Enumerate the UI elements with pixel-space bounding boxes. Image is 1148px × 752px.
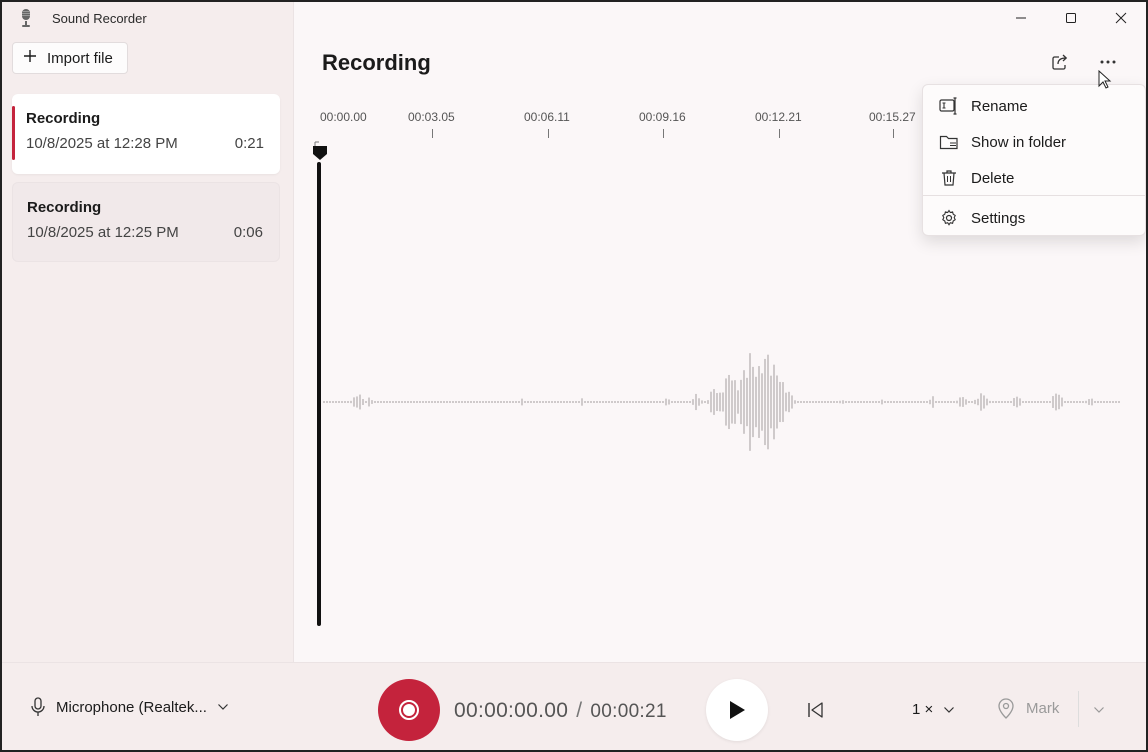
time-separator: / [576,699,583,722]
timeline-tick [779,129,780,138]
sidebar: Sound Recorder Import file Recording 10/… [2,2,294,662]
gear-icon [942,209,956,226]
import-file-button[interactable]: Import file [12,42,128,74]
play-button[interactable] [706,679,768,741]
close-icon [1115,12,1127,24]
app-title-bar: Sound Recorder [16,8,147,28]
minimize-button[interactable] [996,2,1046,34]
play-icon [730,701,745,719]
menu-item-delete[interactable]: Delete [923,161,1145,195]
maximize-icon [1066,13,1076,23]
share-icon [1052,54,1068,70]
timeline-tick [893,129,894,138]
playhead-line[interactable] [317,162,321,626]
recording-duration: 0:21 [234,135,264,152]
recording-title: Recording [322,50,431,75]
chevron-down-icon [217,704,228,710]
microphone-label: Microphone (Realtek... [56,698,207,716]
recording-item[interactable]: Recording 10/8/2025 at 12:25 PM 0:06 [12,182,280,262]
chevron-down-icon [944,706,955,713]
record-button[interactable] [378,679,440,741]
recording-item[interactable]: Recording 10/8/2025 at 12:28 PM 0:21 [12,94,280,174]
playback-speed-label: 1 × [912,701,934,718]
mark-divider [1078,691,1079,727]
current-time: 00:00:00.00 [454,699,569,722]
sound-recorder-window: Sound Recorder Import file Recording 10/… [0,0,1148,752]
import-file-label: Import file [47,49,113,67]
recording-name: Recording [26,110,101,127]
recording-date: 10/8/2025 at 12:28 PM [26,135,178,152]
rename-icon [939,97,957,115]
selected-indicator [12,106,15,160]
timeline-tick [663,129,664,138]
plus-icon [23,49,37,67]
menu-item-label: Rename [971,97,1028,115]
record-icon [399,700,419,720]
timeline-tick [432,129,433,138]
menu-item-show-in-folder[interactable]: Show in folder [923,125,1145,159]
mark-label: Mark [1026,699,1060,717]
more-dots-icon [1100,60,1116,64]
window-controls [996,2,1146,34]
more-options-menu: Rename Show in folder Delete Settings [922,84,1146,236]
microphone-selector[interactable]: Microphone (Realtek... [30,697,229,717]
app-title: Sound Recorder [52,10,147,26]
menu-item-label: Delete [971,169,1015,187]
timeline-tick-label: 00:12.21 [755,110,802,124]
menu-separator [923,195,1145,196]
folder-icon [939,135,958,150]
skip-back-icon [808,702,823,718]
trash-icon [942,170,956,186]
playback-speed-selector[interactable]: 1 × [912,701,955,718]
minimize-icon [1016,17,1026,19]
timeline-tick-label: 00:00.00 [320,110,367,124]
share-button[interactable] [1046,48,1074,76]
menu-item-label: Settings [971,209,1026,227]
recording-name: Recording [27,199,102,216]
recording-date: 10/8/2025 at 12:25 PM [27,224,179,241]
recordings-list: Recording 10/8/2025 at 12:28 PM 0:21 Rec… [12,94,280,270]
timeline-tick [548,129,549,138]
playback-bar: Microphone (Realtek... 00:00:00.00/00:00… [2,662,1146,750]
timeline-tick-label: 00:15.27 [869,110,916,124]
total-time: 00:00:21 [590,701,667,722]
menu-item-settings[interactable]: Settings [923,201,1145,235]
chevron-down-icon [1094,707,1104,713]
timeline-tick-label: 00:09.16 [639,110,686,124]
mark-button[interactable]: Mark [996,697,1059,719]
recording-duration: 0:06 [233,224,263,241]
time-display: 00:00:00.00 / 00:00:21 [454,699,667,723]
skip-to-start-button[interactable] [802,697,830,723]
microphone-icon [31,697,45,716]
location-pin-icon [998,698,1014,719]
close-button[interactable] [1096,2,1146,34]
waveform [323,353,1120,451]
mouse-cursor-icon [1098,69,1112,95]
microphone-app-icon [16,8,36,28]
maximize-button[interactable] [1046,2,1096,34]
menu-item-label: Show in folder [971,133,1067,151]
mark-options-button[interactable] [1090,701,1108,719]
timeline-tick-label: 00:03.05 [408,110,455,124]
timeline-tick-label: 00:06.11 [524,110,570,124]
